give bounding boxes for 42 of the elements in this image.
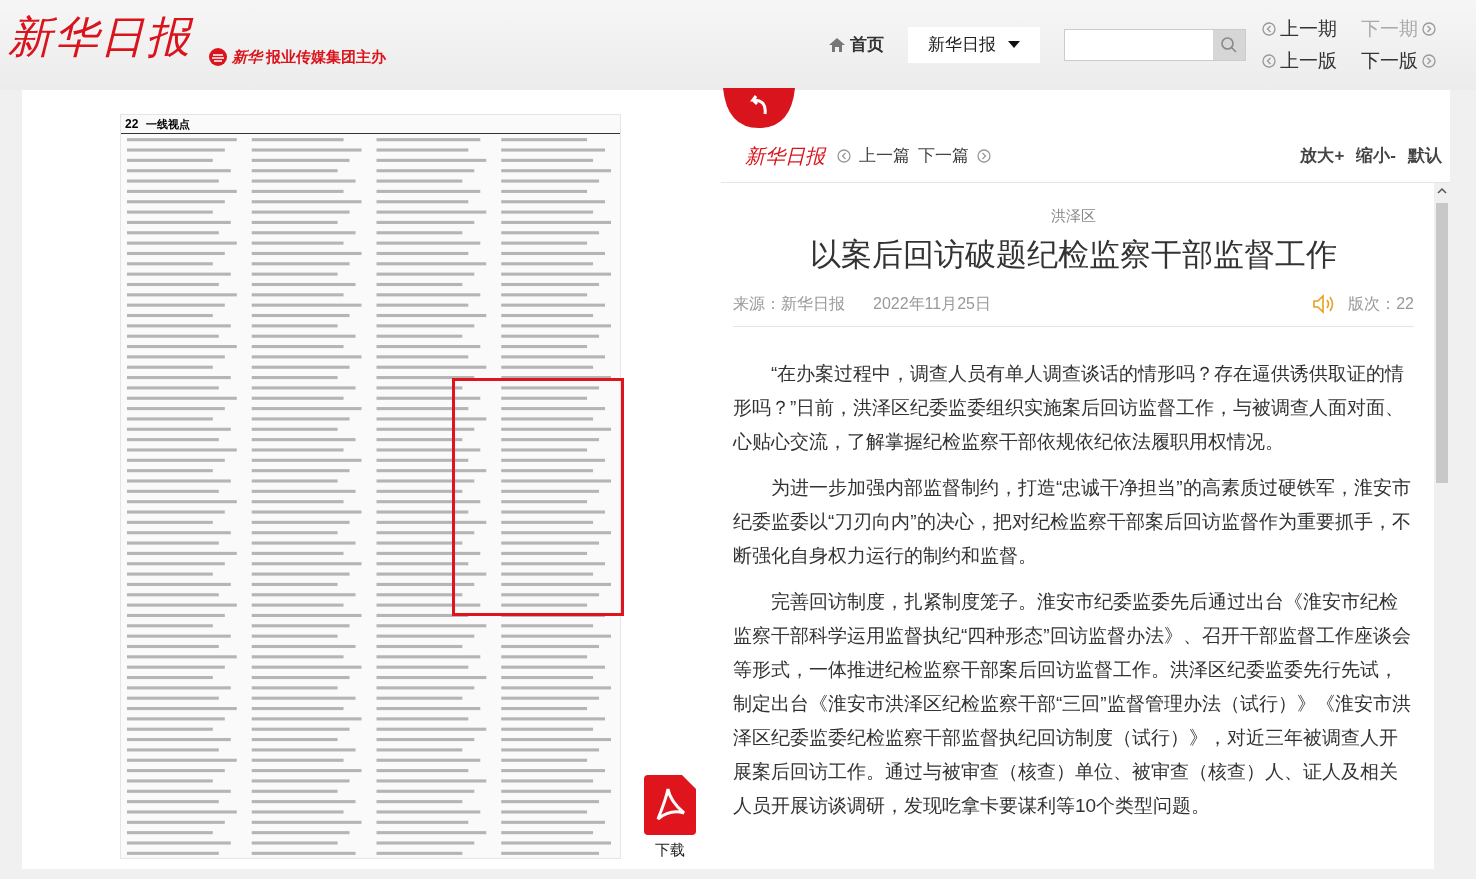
article-highlight-frame[interactable] <box>452 378 624 616</box>
zoom-out-button[interactable]: 缩小- <box>1356 143 1396 169</box>
zoom-in-button[interactable]: 放大+ <box>1300 143 1345 169</box>
article-title: 以案后回访破题纪检监察干部监督工作 <box>810 235 1337 274</box>
next-article-link[interactable]: 下一篇 <box>918 143 969 169</box>
chevron-left-icon <box>837 149 851 163</box>
search-field[interactable] <box>1064 29 1246 61</box>
newspaper-logo[interactable]: 新华日报 <box>8 4 192 70</box>
chevron-right-icon <box>1422 54 1436 69</box>
back-button[interactable] <box>723 88 795 128</box>
article-source: 来源：新华日报 <box>733 294 845 314</box>
newspaper-page-image[interactable]: 22 一线视点 <box>120 114 621 859</box>
caret-icon <box>1008 41 1020 49</box>
chevron-left-icon <box>1262 54 1276 69</box>
group-logo-icon <box>208 47 228 67</box>
previous-page-link[interactable]: 上一版 <box>1262 47 1337 76</box>
page-label: 版次：22 <box>1348 294 1414 314</box>
home-icon <box>828 37 846 53</box>
chevron-right-icon <box>1422 21 1436 36</box>
section-name: 一线视点 <box>146 116 191 132</box>
chevron-right-icon <box>977 149 991 163</box>
page-number: 22 <box>125 116 139 133</box>
scroll-up-icon <box>1437 187 1447 195</box>
previous-issue-link[interactable]: 上一期 <box>1262 14 1337 43</box>
search-button[interactable] <box>1213 30 1245 60</box>
download-button[interactable]: 下载 <box>644 774 696 861</box>
article-date: 2022年11月25日 <box>873 294 991 314</box>
edition-dropdown[interactable]: 新华日报 <box>908 27 1040 63</box>
pdf-icon <box>644 774 696 835</box>
sponsor-text: 报业传媒集团主办 <box>266 46 386 68</box>
article-paragraph: 为进一步加强内部监督制约，打造“忠诚干净担当”的高素质过硬铁军，淮安市纪委监委以“刀刃向内”的决心，把对纪检监察干部案后回访监督作为重要抓手，不断强化自身权力运行的制约和监督。 <box>733 476 1412 568</box>
article-paragraph: “在办案过程中，调查人员有单人调查谈话的情形吗？存在逼供诱供取证的情形吗？”日前，洪泽区纪委监委组织实施案后回访监督工作，与被调查人面对面、心贴心交流，了解掌握纪检监察干部依规依纪依法履职用权情况。 <box>733 362 1406 454</box>
article-paragraph: 完善回访制度，扎紧制度笼子。淮安市纪委监委先后通过出台《淮安市纪检监察干部科学运用监督执纪“四种形态”回访监督办法》、召开干部监督工作座谈会等形式，一体推进纪检监察干部案后回访监督工作。洪泽区纪委监委先行先试，制定出台《淮安市洪泽区纪检监察干部“三回”监督管理办法（试行）》《淮安市洪泽区纪委监委纪检监察干部监督执纪回访制度（试行）》，对近三年被调查人开展案后回访工作。通过与被审查（核查）单位、被审查（核查）人、证人及相关人员开展访谈调研，发现吃拿卡要谋利等10个类型问题。 <box>733 590 1412 818</box>
next-page-link[interactable]: 下一版 <box>1361 47 1436 76</box>
article-kicker: 洪泽区 <box>1051 206 1096 226</box>
sponsor-mark: 新华 <box>232 46 262 68</box>
search-icon <box>1220 36 1238 54</box>
chevron-left-icon <box>1262 21 1276 36</box>
home-link[interactable]: 首页 <box>828 32 884 58</box>
previous-article-link[interactable]: 上一篇 <box>859 143 910 169</box>
newspaper-logo: 新华日报 <box>745 143 825 170</box>
default-size-button[interactable]: 默认 <box>1408 143 1442 169</box>
